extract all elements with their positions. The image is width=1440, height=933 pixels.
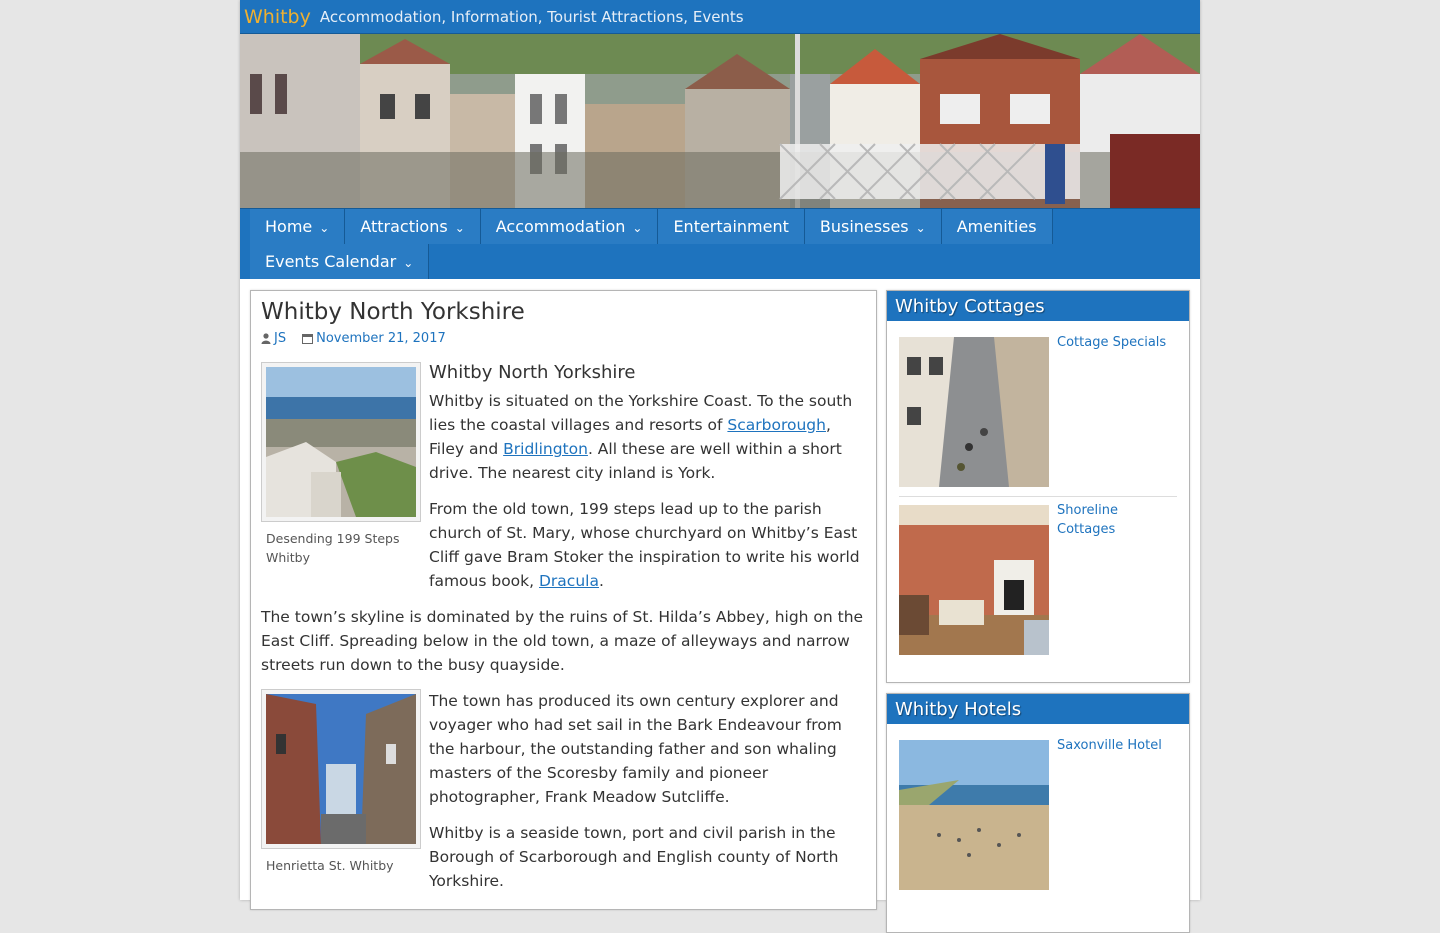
- nav-accommodation[interactable]: Accommodation ⌄: [480, 209, 659, 244]
- widget-title: Whitby Cottages: [887, 291, 1189, 321]
- post-title: Whitby North Yorkshire: [261, 299, 525, 325]
- main-navigation: Home ⌄ Attractions ⌄ Accommodation ⌄ Ent…: [240, 208, 1200, 279]
- nav-label: Businesses: [819, 217, 909, 236]
- figure-caption: Henrietta St. Whitby: [266, 858, 394, 873]
- image-henrietta-st[interactable]: [261, 689, 421, 849]
- nav-events-calendar[interactable]: Events Calendar ⌄: [250, 244, 430, 279]
- chevron-down-icon: ⌄: [454, 220, 465, 235]
- cottage-specials-thumbnail[interactable]: [899, 337, 1049, 487]
- shoreline-cottages-link[interactable]: Shoreline Cottages: [1057, 501, 1177, 655]
- nav-amenities[interactable]: Amenities: [941, 209, 1053, 244]
- nav-attractions[interactable]: Attractions ⌄: [345, 209, 481, 244]
- nav-label: Entertainment: [673, 217, 789, 236]
- dracula-link[interactable]: Dracula: [539, 572, 599, 590]
- chevron-down-icon: ⌄: [403, 255, 414, 270]
- calendar-icon: [302, 333, 314, 344]
- user-icon: [261, 333, 271, 344]
- figure-henrietta-st: Henrietta St. Whitby: [261, 689, 421, 875]
- chevron-down-icon: ⌄: [632, 220, 643, 235]
- nav-label: Attractions: [360, 217, 448, 236]
- nav-label: Events Calendar: [265, 252, 397, 271]
- widget-whitby-hotels: Whitby Hotels Saxonville Hotel: [886, 693, 1190, 933]
- chevron-down-icon: ⌄: [319, 220, 330, 235]
- saxonville-hotel-thumbnail[interactable]: [899, 740, 1049, 890]
- paragraph-3: The town’s skyline is dominated by the r…: [261, 608, 864, 674]
- scarborough-link[interactable]: Scarborough: [727, 416, 826, 434]
- cottage-specials-link[interactable]: Cottage Specials: [1057, 333, 1166, 487]
- page-wrapper: Whitby Accommodation, Information, Touri…: [240, 0, 1200, 933]
- saxonville-hotel-link[interactable]: Saxonville Hotel: [1057, 736, 1162, 890]
- image-199-steps[interactable]: [261, 362, 421, 522]
- header-image[interactable]: [240, 34, 1200, 208]
- nav-label: Home: [265, 217, 313, 236]
- nav-row-2: Events Calendar ⌄: [250, 244, 1190, 279]
- shoreline-cottages-thumbnail[interactable]: [899, 505, 1049, 655]
- list-item: Cottage Specials: [899, 329, 1177, 497]
- list-item: Saxonville Hotel: [899, 732, 1177, 899]
- post-author-link[interactable]: JS: [274, 331, 286, 346]
- post-meta: JS November 21, 2017: [261, 331, 866, 346]
- top-bar: Whitby Accommodation, Information, Touri…: [240, 0, 1200, 34]
- chevron-down-icon: ⌄: [915, 220, 926, 235]
- widget-whitby-cottages: Whitby Cottages Cottage Specials Shoreli…: [886, 290, 1190, 683]
- post-date-link[interactable]: November 21, 2017: [316, 331, 446, 346]
- site-title[interactable]: Whitby: [244, 6, 311, 28]
- list-item: Shoreline Cottages: [899, 497, 1177, 664]
- nav-entertainment[interactable]: Entertainment: [658, 209, 805, 244]
- nav-home[interactable]: Home ⌄: [250, 209, 346, 244]
- main-content: Whitby North Yorkshire JS November 21, 2…: [250, 290, 877, 910]
- bridlington-link[interactable]: Bridlington: [503, 440, 588, 458]
- nav-businesses[interactable]: Businesses ⌄: [804, 209, 942, 244]
- site-tagline: Accommodation, Information, Tourist Attr…: [319, 7, 744, 26]
- nav-label: Accommodation: [495, 217, 626, 236]
- figure-199-steps: Desending 199 Steps Whitby: [261, 362, 421, 567]
- figure-caption: Desending 199 Steps Whitby: [266, 531, 400, 565]
- nav-label: Amenities: [956, 217, 1037, 236]
- header-townscape-image: [240, 34, 1200, 208]
- widget-title: Whitby Hotels: [887, 694, 1189, 724]
